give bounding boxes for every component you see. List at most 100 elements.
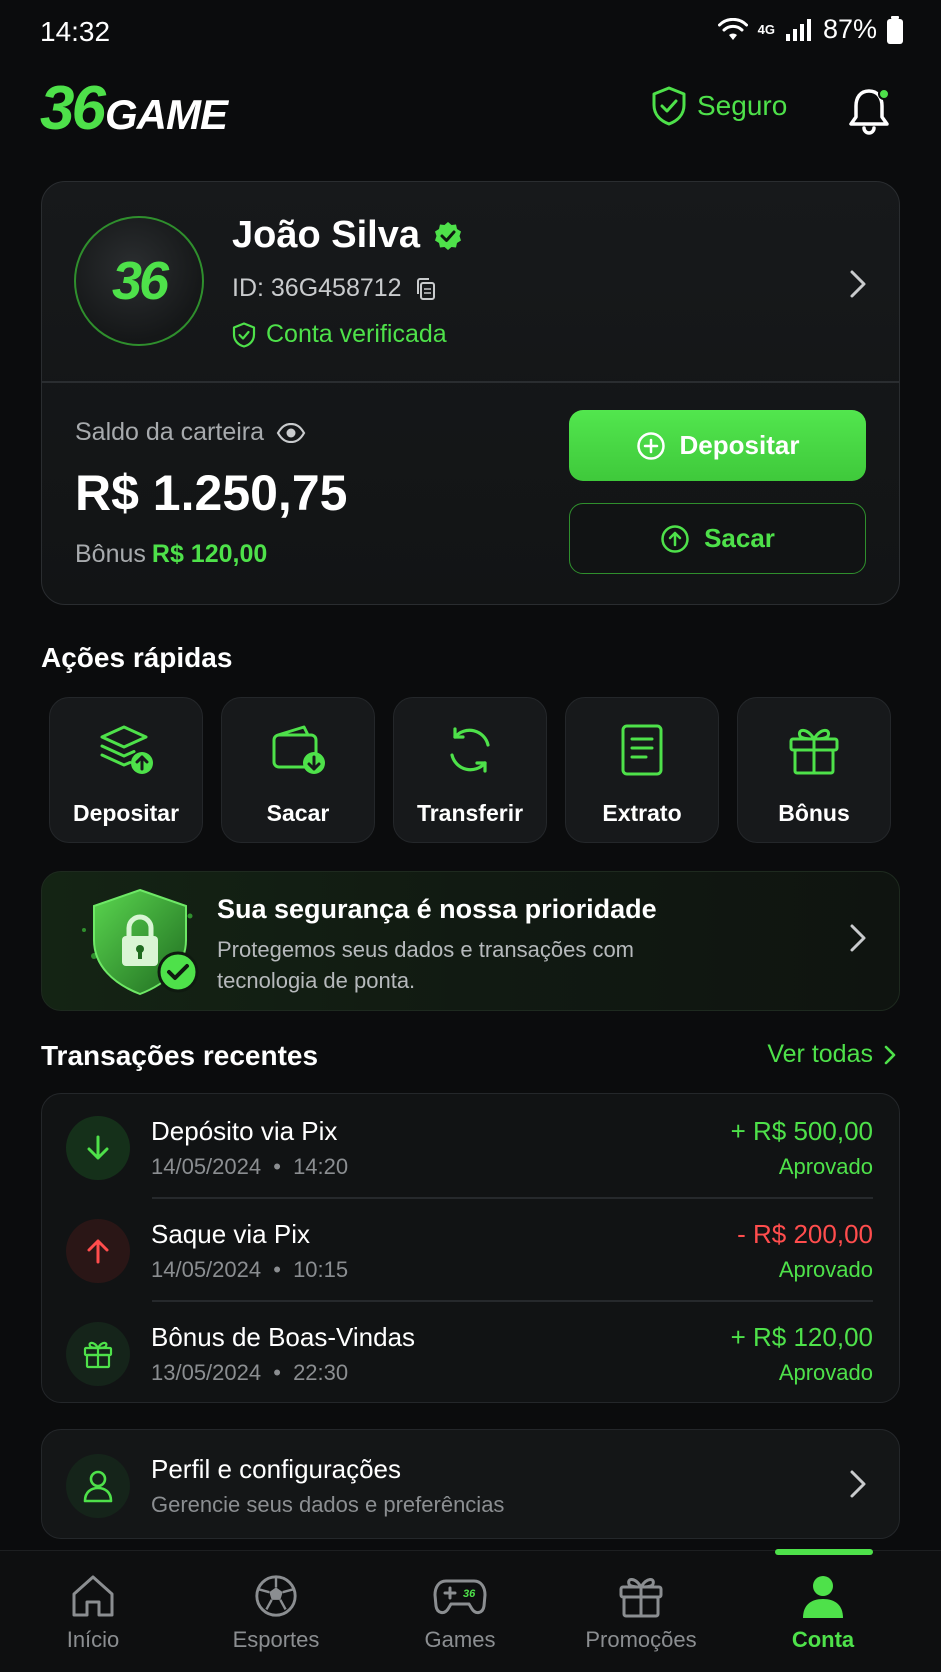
quick-actions-title: Ações rápidas [41, 642, 233, 673]
bonus-value: R$ 120,00 [151, 540, 268, 568]
verified-badge-icon [434, 221, 461, 250]
nav-item-promotions[interactable]: Promoções [561, 1573, 721, 1653]
games-badge: 36 [463, 1588, 476, 1600]
quick-action-label: Depositar [72, 800, 180, 826]
quick-action-bonus[interactable]: Bônus [737, 697, 891, 843]
gift-icon [619, 1578, 663, 1618]
nav-label: Promoções [585, 1627, 697, 1652]
chevron-right-icon [850, 924, 866, 952]
transactions-title: Transações recentes [41, 1040, 319, 1071]
statement-document-icon [619, 722, 665, 778]
wallet-withdraw-icon [270, 722, 326, 778]
arrow-up-circle-icon [661, 524, 689, 553]
transaction-amount: + R$ 120,00 [730, 1322, 873, 1352]
transaction-time: 22:30 [293, 1360, 349, 1385]
battery-icon [887, 15, 903, 44]
quick-action-withdraw[interactable]: Sacar [221, 697, 375, 843]
nav-item-home[interactable]: Início [13, 1573, 173, 1653]
security-banner[interactable]: Sua segurança é nossa prioridade Protege… [41, 871, 900, 1011]
status-icons: 4G 87% [717, 14, 903, 45]
soccer-ball-icon [255, 1575, 297, 1617]
user-icon [66, 1454, 130, 1518]
quick-action-label: Sacar [266, 800, 330, 826]
quick-action-transfer[interactable]: Transferir [393, 697, 547, 843]
withdraw-button[interactable]: Sacar [569, 503, 866, 574]
deposit-button[interactable]: Depositar [569, 410, 866, 481]
secure-label: Seguro [697, 90, 788, 121]
quick-action-label: Bônus [778, 800, 850, 826]
network-type: 4G [757, 22, 775, 37]
shield-check-icon [652, 86, 686, 126]
signal-icon [785, 18, 811, 41]
home-icon [72, 1575, 114, 1617]
user-id: ID: 36G458712 [232, 274, 402, 302]
transaction-amount: + R$ 500,00 [730, 1116, 873, 1146]
plus-circle-icon [636, 431, 665, 460]
active-tab-indicator [775, 1549, 873, 1555]
account-card: 36 João Silva ID: 36G458712 Conta verifi… [41, 181, 900, 605]
transaction-row[interactable]: Bônus de Boas-Vindas 13/05/2024 • 22:30 … [42, 1300, 899, 1403]
nav-label: Conta [791, 1627, 855, 1652]
copy-icon[interactable] [414, 277, 438, 301]
transaction-time: 10:15 [293, 1257, 349, 1282]
profile-subtitle: Gerencie seus dados e preferências [151, 1492, 505, 1517]
transaction-row[interactable]: Saque via Pix 14/05/2024 • 10:15 - R$ 20… [42, 1197, 899, 1300]
security-description: Protegemos seus dados e transações com t… [217, 937, 635, 993]
verified-status: Conta verificada [232, 320, 447, 349]
security-title: Sua segurança é nossa prioridade [217, 894, 657, 924]
eye-icon[interactable] [276, 422, 306, 443]
quick-action-deposit[interactable]: Depositar [49, 697, 203, 843]
shield-check-icon [232, 321, 256, 348]
nav-label: Games [424, 1627, 496, 1652]
secure-badge[interactable]: Seguro [651, 86, 787, 126]
user-id-row: ID: 36G458712 [232, 274, 438, 303]
arrow-down-icon [66, 1116, 130, 1180]
gift-icon [787, 722, 841, 778]
brand-logo[interactable]: 36 GAME [40, 78, 228, 140]
user-icon [803, 1576, 843, 1618]
transaction-row[interactable]: Depósito via Pix 14/05/2024 • 14:20 + R$… [42, 1094, 899, 1197]
balance-label-row: Saldo da carteira [75, 418, 306, 447]
chevron-right-icon [884, 1045, 896, 1064]
deposit-button-label: Depositar [679, 430, 800, 460]
user-name-row: João Silva [232, 214, 464, 257]
transaction-datetime: 14/05/2024 • 14:20 [151, 1154, 349, 1179]
nav-item-games[interactable]: 36 Games [380, 1573, 540, 1653]
quick-action-statement[interactable]: Extrato [565, 697, 719, 843]
withdraw-button-label: Sacar [704, 523, 775, 553]
transfer-refresh-icon [443, 722, 497, 778]
arrow-up-icon [66, 1219, 130, 1283]
transaction-title: Bônus de Boas-Vindas [151, 1322, 416, 1352]
profile-settings-row[interactable]: Perfil e configurações Gerencie seus dad… [41, 1429, 900, 1539]
see-all-link[interactable]: Ver todas [767, 1040, 897, 1069]
quick-actions: Depositar Sacar Transferir Extrato Bônus [49, 697, 893, 843]
battery-percent: 87% [822, 14, 877, 44]
transaction-status: Aprovado [778, 1360, 873, 1385]
transaction-title: Depósito via Pix [151, 1116, 338, 1146]
transaction-date: 14/05/2024 [151, 1154, 262, 1179]
nav-item-account[interactable]: Conta [743, 1573, 903, 1653]
status-bar: 14:32 4G 87% [0, 0, 941, 64]
transaction-title: Saque via Pix [151, 1219, 310, 1249]
transaction-status: Aprovado [778, 1154, 873, 1179]
gamepad-icon: 36 [433, 1579, 487, 1615]
card-divider [42, 381, 899, 383]
user-name: João Silva [232, 214, 420, 256]
logo-text: GAME [104, 91, 228, 138]
avatar[interactable]: 36 [74, 216, 204, 346]
transaction-date: 14/05/2024 [151, 1257, 262, 1282]
chevron-right-icon[interactable] [847, 268, 869, 300]
chevron-right-icon [850, 1470, 866, 1498]
bonus-balance: Bônus R$ 120,00 [75, 540, 267, 569]
quick-action-label: Extrato [602, 800, 682, 826]
wallet-account-screen: 14:32 4G 87% 36 GAME Seguro 36 João Silv… [0, 0, 941, 1672]
profile-title: Perfil e configurações [151, 1454, 402, 1484]
gift-icon [66, 1322, 130, 1386]
bottom-navigation: Início Esportes 36 Games Promoções Conta [0, 1549, 941, 1672]
shield-lock-icon [82, 888, 199, 996]
notifications-button[interactable] [846, 86, 894, 138]
nav-label: Início [66, 1627, 120, 1652]
transaction-time: 14:20 [293, 1154, 349, 1179]
wifi-icon [717, 17, 748, 40]
nav-item-sports[interactable]: Esportes [196, 1573, 356, 1653]
